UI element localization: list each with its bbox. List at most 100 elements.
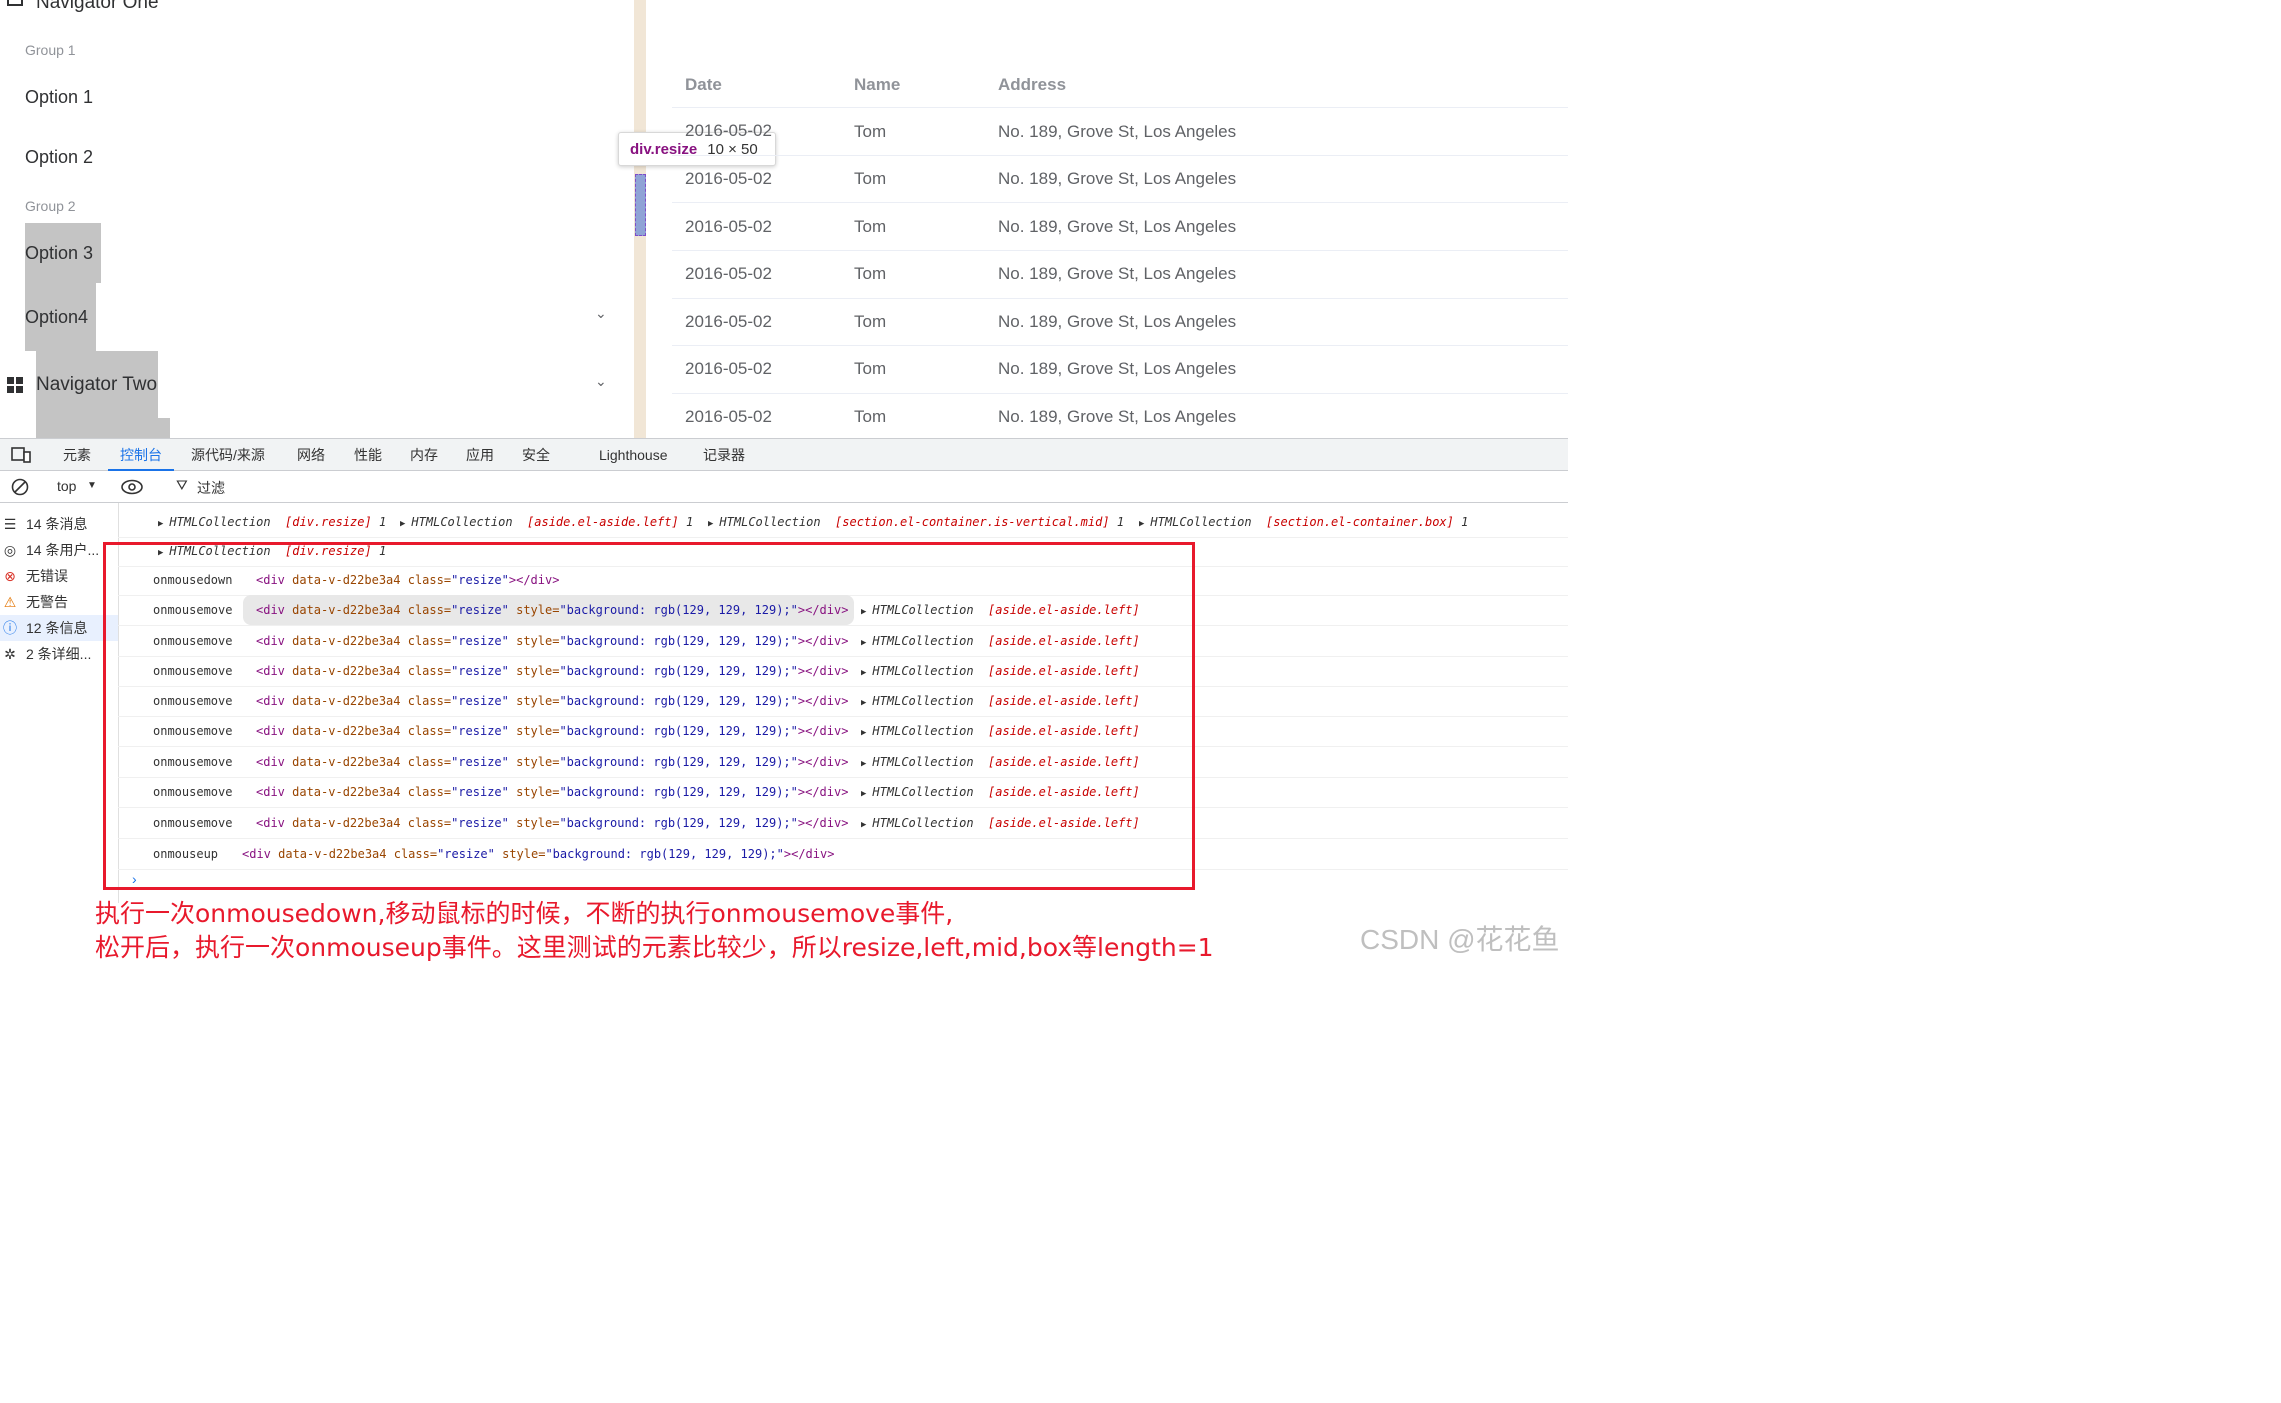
chevron-down-icon[interactable]: ⌄ [595,305,607,322]
sidebar-info[interactable]: ⓘ 12 条信息 [0,615,118,641]
eye-icon[interactable] [121,479,143,495]
row-divider [672,107,1568,108]
cell-date: 2016-05-02 [685,407,772,426]
cell-address: No. 189, Grove St, Los Angeles [998,169,1237,188]
chevron-down-icon[interactable]: ⌄ [595,373,607,390]
navigator-one-title[interactable]: Navigator One [36,0,159,14]
sidebar-user-messages[interactable]: ◎ 14 条用户... [0,537,118,563]
filter-icon[interactable]: ⛛ [176,477,188,494]
cell-name: Tom [854,122,887,141]
resize-handle-highlight[interactable] [635,174,646,236]
cell-address: No. 189, Grove St, Los Angeles [998,217,1237,236]
expand-icon[interactable]: ▶ [708,519,713,529]
cell-address: No. 189, Grove St, Los Angeles [998,407,1237,426]
error-icon: ⊗ [4,568,16,584]
header-address: Address [998,75,1067,94]
tab-sources[interactable]: 源代码/来源 [191,439,265,471]
device-toolbar-icon[interactable] [11,447,31,463]
row-divider [672,298,1568,299]
console-toolbar: top ▼ ⛛ 过滤 [0,471,1568,503]
group-2-label: Group 2 [25,198,76,214]
tab-lighthouse[interactable]: Lighthouse [599,439,668,471]
header-date: Date [685,75,722,94]
tab-security[interactable]: 安全 [522,439,550,471]
tab-performance[interactable]: 性能 [354,439,382,471]
sidebar-warnings[interactable]: ⚠ 无警告 [0,589,118,615]
sidebar-label: 12 条信息 [26,620,88,636]
menu-option-4[interactable]: Option4 [25,307,88,328]
row-divider [672,345,1568,346]
row-divider [672,202,1568,203]
app-preview: Navigator One ⌃ Group 1 Option 1 Option … [0,0,1568,438]
cell-address: No. 189, Grove St, Los Angeles [998,359,1237,378]
sidebar-label: 无错误 [26,568,68,584]
highlight-tail [158,418,170,438]
collection-length: 1 [1461,515,1469,529]
clear-console-icon[interactable] [11,478,29,496]
annotation-box [103,542,1195,890]
tab-recorder[interactable]: 记录器 [703,439,745,471]
cell-address: No. 189, Grove St, Los Angeles [998,122,1237,141]
cell-name: Tom [854,264,887,283]
header-name: Name [854,75,901,94]
tab-network[interactable]: 网络 [297,439,325,471]
cell-date: 2016-05-02 [685,217,772,236]
expand-icon[interactable]: ▶ [1139,519,1144,529]
expand-icon[interactable]: ▶ [158,519,163,529]
tab-console[interactable]: 控制台 [108,439,174,471]
sidebar-errors[interactable]: ⊗ 无错误 [0,563,118,589]
collection-items: [aside.el-aside.left] [527,515,679,529]
collection-entry[interactable]: ▶ HTMLCollection [aside.el-aside.left] 1 [400,507,693,539]
tab-memory[interactable]: 内存 [410,439,438,471]
collection-length: 1 [378,515,387,529]
cell-address: No. 189, Grove St, Los Angeles [998,264,1237,283]
cell-name: Tom [854,359,887,378]
collection-type: HTMLCollection [169,515,271,529]
collection-items: [div.resize] [285,515,372,529]
caption-line-1: 执行一次onmousedown,移动鼠标的时候，不断的执行onmousemove… [95,899,954,928]
sidebar-verbose[interactable]: ✲ 2 条详细... [0,641,118,667]
tab-application[interactable]: 应用 [466,439,494,471]
cell-date: 2016-05-02 [685,121,772,140]
collection-entry[interactable]: ▶ HTMLCollection [div.resize] 1 [158,507,386,539]
collection-items: [section.el-container.is-vertical.mid] [835,515,1110,529]
collection-type: HTMLCollection [1150,515,1252,529]
row-divider [672,155,1568,156]
tab-elements[interactable]: 元素 [63,439,91,471]
warning-icon: ⚠ [3,594,17,610]
log-row[interactable]: ▶ HTMLCollection [div.resize] 1 ▶ HTMLColl… [118,507,1568,538]
navigator-one-icon [7,0,23,6]
cell-name: Tom [854,217,887,236]
devtools-tabbar: 元素 控制台 源代码/来源 网络 性能 内存 应用 安全 Lighthouse … [0,438,1568,471]
collection-length: 1 [685,515,694,529]
watermark: CSDN @花花鱼 [1360,924,1560,955]
collection-entry[interactable]: ▶ HTMLCollection [section.el-container.is… [708,507,1124,539]
menu-option-2[interactable]: Option 2 [25,147,93,168]
cell-date: 2016-05-02 [685,359,772,378]
dropdown-arrow-icon[interactable]: ▼ [87,480,97,491]
navigator-two-title[interactable]: Navigator Two [36,374,157,396]
collection-type: HTMLCollection [719,515,821,529]
group-1-label: Group 1 [25,42,76,58]
grid-icon [7,377,23,393]
sidebar-messages[interactable]: ☰ 14 条消息 [0,511,118,537]
chevron-up-icon[interactable]: ⌃ [595,0,607,9]
sidebar-label: 14 条消息 [26,516,88,532]
list-icon: ☰ [3,516,17,532]
console-sidebar: ☰ 14 条消息 ◎ 14 条用户... ⊗ 无错误 ⚠ 无警告 ⓘ 12 条信息 ✲ 2 … [0,503,119,903]
expand-icon[interactable]: ▶ [400,519,405,529]
row-divider [672,250,1568,251]
collection-entry[interactable]: ▶ HTMLCollection [section.el-container.bo… [1139,507,1468,539]
sidebar-label: 2 条详细... [26,646,92,662]
cell-name: Tom [854,312,887,331]
sidebar-label: 无警告 [26,594,68,610]
menu-option-1[interactable]: Option 1 [25,87,93,108]
side-menu: Navigator One ⌃ Group 1 Option 1 Option … [0,0,633,438]
menu-option-3[interactable]: Option 3 [25,243,93,264]
context-selector[interactable]: top [57,478,76,494]
sidebar-label: 14 条用户... [26,542,100,558]
collection-length: 1 [1116,515,1125,529]
cell-date: 2016-05-02 [685,312,772,331]
filter-input[interactable]: 过滤 [197,478,225,498]
cell-name: Tom [854,169,887,188]
